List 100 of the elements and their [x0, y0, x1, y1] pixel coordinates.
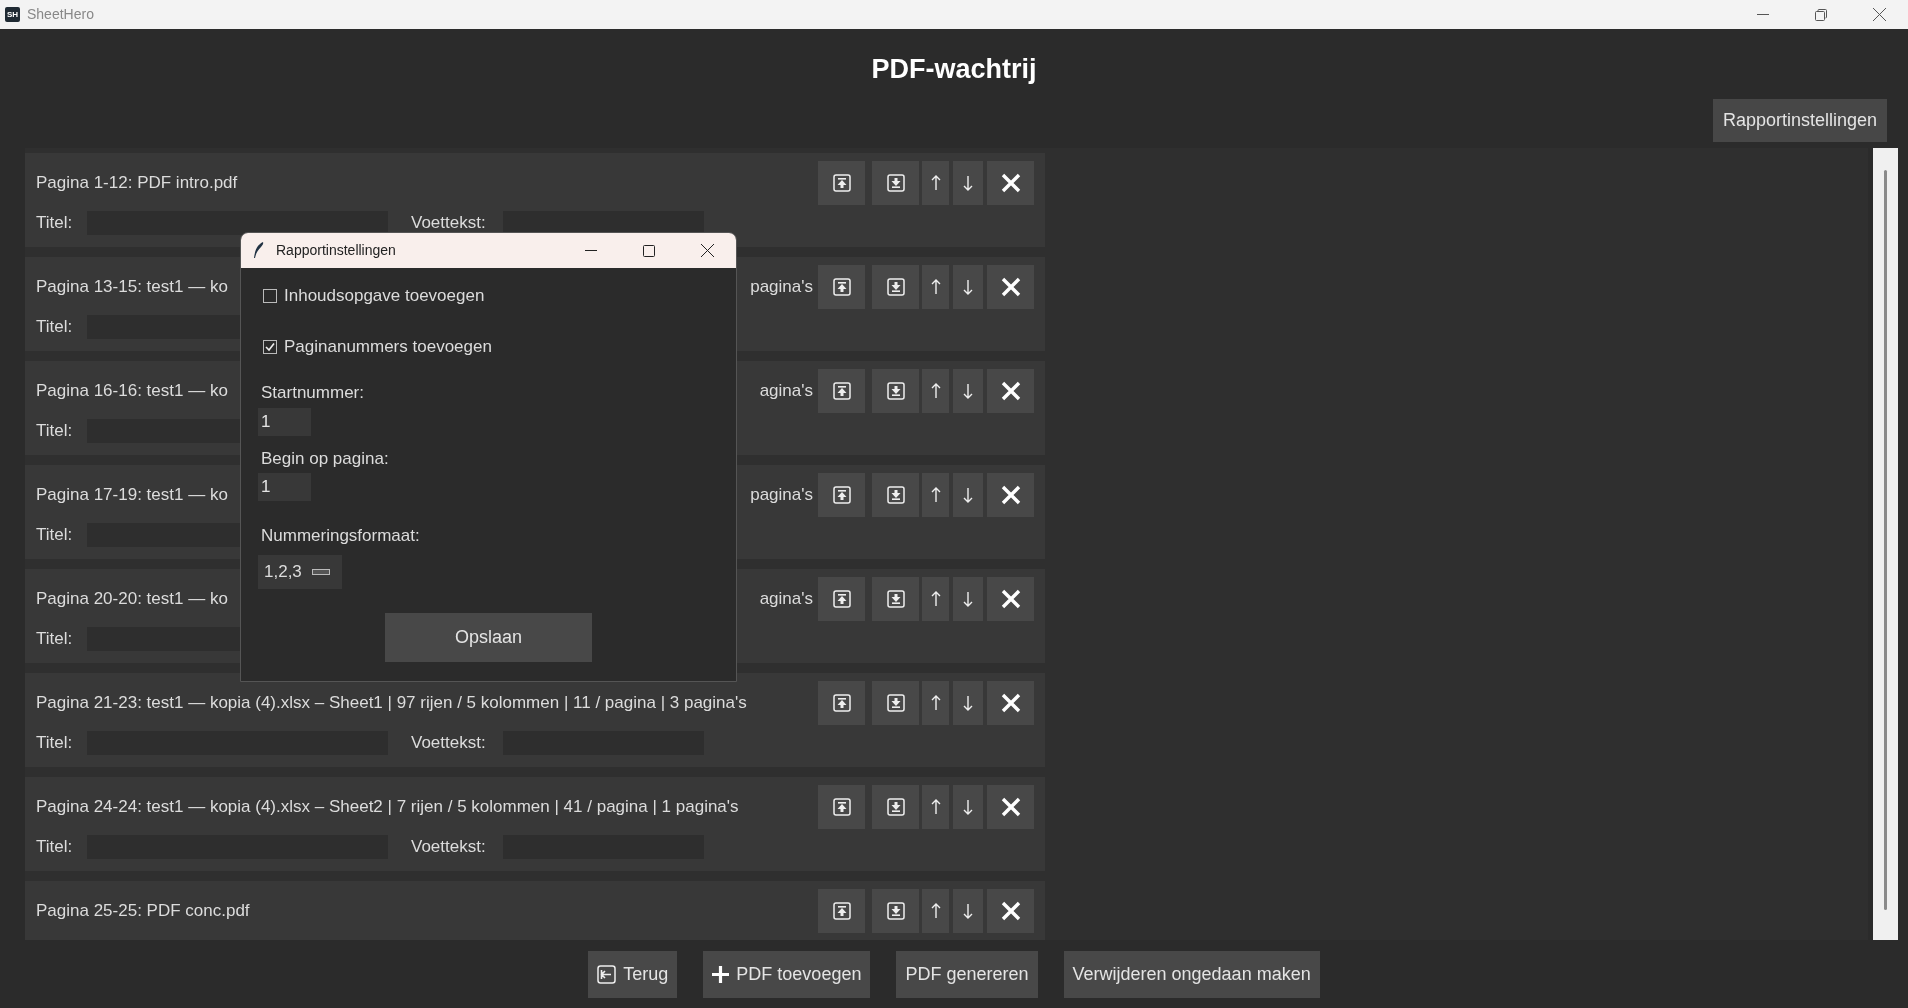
checkbox[interactable] — [263, 289, 277, 303]
toolbar-button[interactable]: Terug — [588, 950, 678, 998]
move-up-button[interactable] — [922, 681, 949, 725]
window-title: SheetHero — [27, 5, 94, 24]
move-down-button[interactable] — [953, 265, 983, 309]
queue-item-title: agina's — [759, 588, 813, 611]
arrow-to-bottom-icon — [886, 590, 905, 608]
move-down-button[interactable] — [953, 369, 983, 413]
toolbar-button[interactable]: PDF genereren — [896, 950, 1038, 998]
field-label: Voettekst: — [411, 836, 487, 859]
remove-button[interactable] — [987, 265, 1034, 309]
up-arrow-icon — [930, 279, 941, 295]
move-top-button[interactable] — [818, 681, 865, 725]
field-label: Titel: — [36, 628, 74, 651]
save-button[interactable]: Opslaan — [385, 612, 592, 662]
move-bottom-button[interactable] — [872, 369, 919, 413]
move-up-button[interactable] — [922, 161, 949, 205]
move-bottom-button[interactable] — [872, 161, 919, 205]
move-bottom-button[interactable] — [872, 265, 919, 309]
arrow-to-top-icon — [832, 590, 851, 608]
remove-button[interactable] — [987, 681, 1034, 725]
move-down-button[interactable] — [953, 577, 983, 621]
queue-item-title: Pagina 25-25: PDF conc.pdf — [36, 900, 250, 923]
queue-item-title: Pagina 24-24: test1 — kopia (4).xlsx – Sheet2 | 7 rijen / 5 kolommen | 41 / pagina | 1 pagina's — [36, 796, 739, 819]
format-dropdown[interactable]: 1,2,3 — [258, 554, 342, 589]
arrow-to-bottom-icon — [886, 694, 905, 712]
queue-item-title: agina's — [759, 380, 813, 403]
move-down-button[interactable] — [953, 889, 983, 933]
remove-button[interactable] — [987, 889, 1034, 933]
minimize-icon — [1757, 13, 1769, 16]
move-up-button[interactable] — [922, 473, 949, 517]
scrollbar-thumb[interactable] — [1884, 170, 1887, 910]
scrollbar[interactable] — [1873, 148, 1898, 940]
up-arrow-icon — [930, 903, 941, 919]
dialog-title: Rapportinstellingen — [276, 241, 396, 260]
move-bottom-button[interactable] — [872, 681, 919, 725]
queue-item-title: Pagina 16-16: test1 — ko — [36, 380, 228, 403]
checkbox-option[interactable]: Paginanummers toevoegen — [261, 336, 716, 358]
move-top-button[interactable] — [818, 265, 865, 309]
move-top-button[interactable] — [818, 369, 865, 413]
queue-item-title: pagina's — [750, 484, 813, 507]
remove-button[interactable] — [987, 577, 1034, 621]
toolbar-button[interactable]: PDF toevoegen — [703, 950, 871, 998]
move-bottom-button[interactable] — [872, 473, 919, 517]
arrow-to-top-icon — [832, 278, 851, 296]
field-label: Nummeringsformaat: — [261, 525, 421, 547]
move-top-button[interactable] — [818, 473, 865, 517]
move-down-button[interactable] — [953, 473, 983, 517]
input-field[interactable]: 1 — [258, 407, 311, 436]
move-top-button[interactable] — [818, 577, 865, 621]
input-field[interactable]: 1 — [258, 473, 311, 501]
restore-icon — [1815, 8, 1827, 21]
arrow-to-bottom-icon — [886, 486, 905, 504]
move-up-button[interactable] — [922, 265, 949, 309]
up-arrow-icon — [930, 383, 941, 399]
checkbox-option[interactable]: Inhoudsopgave toevoegen — [261, 285, 716, 307]
queue-item-title: Pagina 13-15: test1 — ko — [36, 276, 228, 299]
move-up-button[interactable] — [922, 577, 949, 621]
field-label: Titel: — [36, 836, 74, 859]
up-arrow-icon — [930, 487, 941, 503]
move-up-button[interactable] — [922, 369, 949, 413]
close-icon — [700, 244, 714, 257]
input-field[interactable] — [503, 211, 704, 235]
close-icon — [1000, 277, 1021, 297]
move-down-button[interactable] — [953, 161, 983, 205]
input-field[interactable] — [87, 211, 388, 235]
field-label: Titel: — [36, 732, 74, 755]
field-label: Titel: — [36, 420, 74, 443]
remove-button[interactable] — [987, 473, 1034, 517]
move-top-button[interactable] — [818, 785, 865, 829]
field-label: Begin op pagina: — [261, 447, 390, 470]
remove-button[interactable] — [987, 785, 1034, 829]
checkbox[interactable] — [263, 340, 277, 354]
queue-item-title: Pagina 20-20: test1 — ko — [36, 588, 228, 611]
up-arrow-icon — [930, 799, 941, 815]
field-label: Startnummer: — [261, 382, 365, 404]
move-up-button[interactable] — [922, 889, 949, 933]
move-bottom-button[interactable] — [872, 889, 919, 933]
field-label: Voettekst: — [411, 732, 487, 755]
arrow-to-bottom-icon — [886, 278, 905, 296]
down-arrow-icon — [963, 487, 973, 503]
move-top-button[interactable] — [818, 161, 865, 205]
down-arrow-icon — [963, 695, 973, 711]
remove-button[interactable] — [987, 161, 1034, 205]
maximize-icon — [643, 244, 655, 257]
move-top-button[interactable] — [818, 889, 865, 933]
arrow-to-bottom-icon — [886, 382, 905, 400]
close-icon — [1000, 901, 1021, 921]
move-bottom-button[interactable] — [872, 577, 919, 621]
remove-button[interactable] — [987, 369, 1034, 413]
move-bottom-button[interactable] — [872, 785, 919, 829]
queue-item-title: Pagina 1-12: PDF intro.pdf — [36, 172, 238, 195]
move-down-button[interactable] — [953, 785, 983, 829]
toolbar-button[interactable]: Verwijderen ongedaan maken — [1063, 950, 1320, 998]
move-down-button[interactable] — [953, 681, 983, 725]
move-up-button[interactable] — [922, 785, 949, 829]
dropdown-indicator-icon — [311, 568, 330, 575]
arrow-to-bottom-icon — [886, 798, 905, 816]
report-settings-button[interactable]: Rapportinstellingen — [1712, 99, 1887, 142]
arrow-to-top-icon — [832, 486, 851, 504]
